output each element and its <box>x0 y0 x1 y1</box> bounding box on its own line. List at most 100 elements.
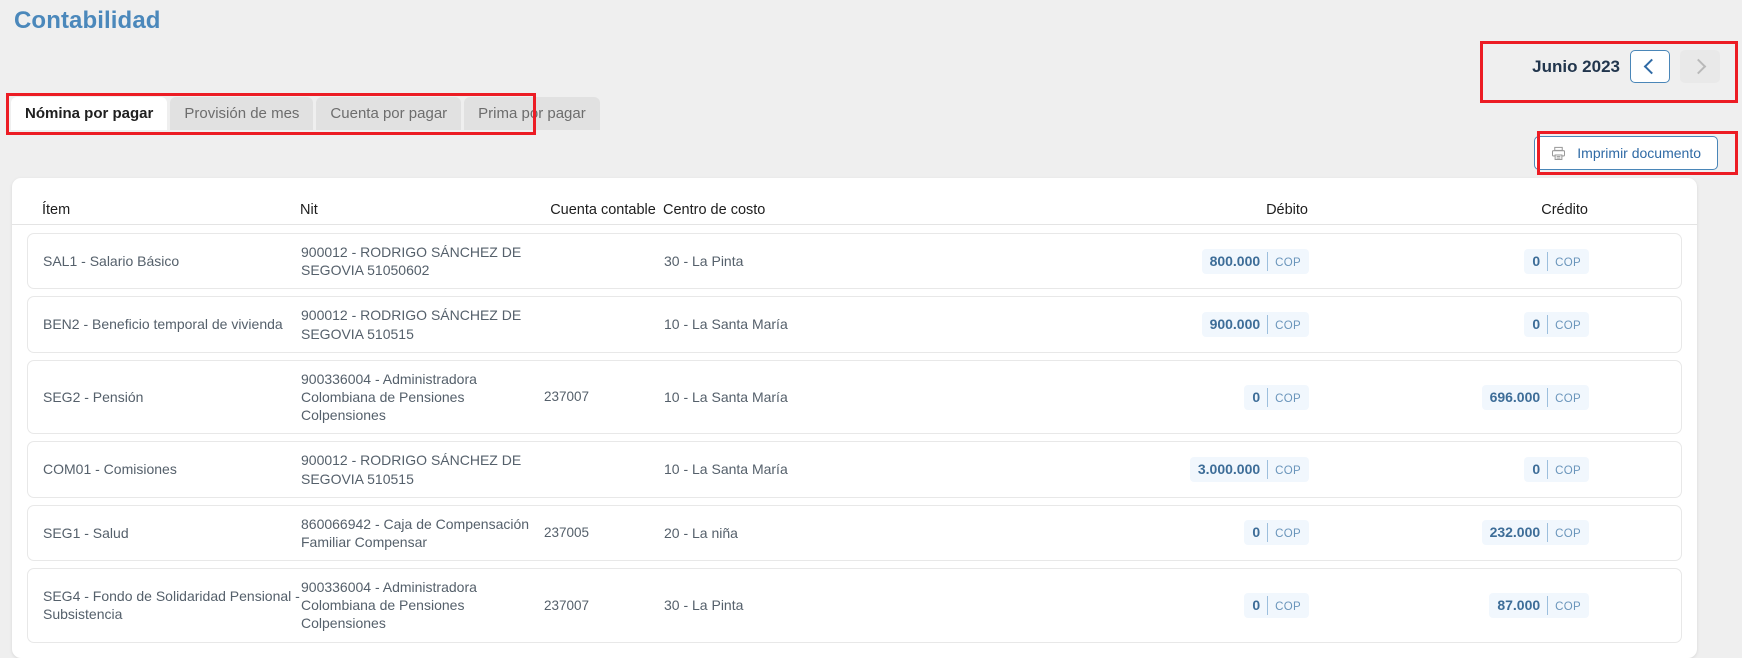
table-header-row: Ítem Nit Cuenta contable Centro de costo… <box>12 178 1697 225</box>
amount-value: 3.000.000 <box>1197 461 1261 478</box>
cell-cost-center: 20 - La niña <box>664 524 738 541</box>
cell-item: COM01 - Comisiones <box>43 461 177 478</box>
tab-label: Prima por pagar <box>478 105 586 122</box>
cell-item: SAL1 - Salario Básico <box>43 253 180 270</box>
amount-value: 87.000 <box>1497 596 1541 613</box>
table-row[interactable]: SAL1 - Salario Básico 900012 - RODRIGO S… <box>27 233 1682 290</box>
amount-currency: COP <box>1555 256 1581 269</box>
month-navigator: Junio 2023 <box>1532 50 1720 83</box>
tab-bar: Nómina por pagar Provisión de mes Cuenta… <box>11 97 600 130</box>
cell-account: 237007 <box>544 597 590 613</box>
column-header-item: Ítem <box>42 202 71 218</box>
cell-credit: 696.000 COP <box>1309 384 1589 410</box>
amount-badge: 0 COP <box>1524 312 1589 338</box>
cell-debit: 0 COP <box>1044 592 1309 618</box>
cell-cost-center: 30 - La Pinta <box>664 253 744 270</box>
table-row[interactable]: SEG2 - Pensión 900336004 - Administrador… <box>27 359 1682 435</box>
cell-cost-center: 10 - La Santa María <box>664 388 788 405</box>
accounting-table-card: Ítem Nit Cuenta contable Centro de costo… <box>12 178 1697 658</box>
printer-icon <box>1552 146 1566 160</box>
cell-account: 237007 <box>544 389 590 405</box>
month-label: Junio 2023 <box>1532 56 1620 76</box>
amount-divider <box>1547 251 1549 271</box>
amount-divider <box>1267 460 1269 479</box>
amount-divider <box>1547 595 1549 615</box>
amount-value: 0 <box>1532 252 1541 269</box>
cell-nit: 900336004 - Administradora Colombiana de… <box>301 579 477 632</box>
amount-value: 0 <box>1252 388 1261 405</box>
cell-nit: 900012 - RODRIGO SÁNCHEZ DE SEGOVIA 5105… <box>301 307 522 342</box>
table-row[interactable]: COM01 - Comisiones 900012 - RODRIGO SÁNC… <box>27 441 1682 498</box>
previous-month-button[interactable] <box>1630 50 1670 83</box>
amount-badge: 0 COP <box>1244 384 1309 410</box>
amount-value: 696.000 <box>1489 388 1541 405</box>
cell-debit: 3.000.000 COP <box>1044 457 1309 482</box>
cell-nit: 900336004 - Administradora Colombiana de… <box>301 370 477 424</box>
cell-account: 237005 <box>544 525 590 541</box>
table-row[interactable]: BEN2 - Beneficio temporal de vivienda 90… <box>27 296 1682 353</box>
amount-value: 0 <box>1252 596 1261 613</box>
cell-item: SEG2 - Pensión <box>43 388 144 405</box>
amount-badge: 232.000 COP <box>1481 520 1589 546</box>
cell-cost-center: 10 - La Santa María <box>664 461 788 478</box>
table-row[interactable]: SEG1 - Salud 860066942 - Caja de Compens… <box>27 504 1682 562</box>
table-body: SAL1 - Salario Básico 900012 - RODRIGO S… <box>12 225 1697 643</box>
tab-label: Provisión de mes <box>184 105 300 122</box>
cell-item: SEG1 - Salud <box>43 524 129 541</box>
amount-badge: 0 COP <box>1244 520 1309 546</box>
amount-divider <box>1267 595 1269 615</box>
print-document-button[interactable]: Imprimir documento <box>1534 136 1718 170</box>
tab-nomina-por-pagar[interactable]: Nómina por pagar <box>11 97 168 130</box>
amount-badge: 800.000 COP <box>1201 248 1309 274</box>
amount-currency: COP <box>1275 320 1301 333</box>
tab-label: Nómina por pagar <box>25 105 154 122</box>
cell-cost-center: 10 - La Santa María <box>664 316 788 333</box>
amount-currency: COP <box>1555 600 1581 613</box>
amount-divider <box>1547 387 1549 407</box>
amount-currency: COP <box>1555 528 1581 541</box>
amount-currency: COP <box>1275 600 1301 613</box>
cell-credit: 232.000 COP <box>1309 520 1589 546</box>
amount-divider <box>1547 315 1549 335</box>
cell-debit: 800.000 COP <box>1044 248 1309 274</box>
amount-badge: 3.000.000 COP <box>1189 457 1309 482</box>
column-header-centro-de-costo: Centro de costo <box>663 202 766 218</box>
amount-badge: 696.000 COP <box>1481 384 1589 410</box>
cell-nit: 900012 - RODRIGO SÁNCHEZ DE SEGOVIA 5105… <box>301 244 522 279</box>
amount-badge: 900.000 COP <box>1201 312 1309 338</box>
page-title: Contabilidad <box>14 7 161 34</box>
cell-debit: 900.000 COP <box>1044 312 1309 338</box>
tab-label: Cuenta por pagar <box>330 105 448 122</box>
column-header-credito: Crédito <box>1541 202 1588 218</box>
print-document-label: Imprimir documento <box>1577 145 1701 161</box>
action-bar: Imprimir documento <box>1534 136 1718 170</box>
amount-value: 0 <box>1532 461 1541 478</box>
cell-credit: 87.000 COP <box>1309 592 1589 618</box>
amount-currency: COP <box>1555 320 1581 333</box>
amount-currency: COP <box>1555 465 1581 478</box>
amount-badge: 0 COP <box>1244 592 1309 618</box>
cell-cost-center: 30 - La Pinta <box>664 597 744 614</box>
chevron-left-icon <box>1643 58 1660 75</box>
next-month-button[interactable] <box>1680 50 1720 83</box>
amount-divider <box>1547 460 1549 479</box>
amount-divider <box>1267 523 1269 543</box>
cell-item: BEN2 - Beneficio temporal de vivienda <box>43 316 283 333</box>
tab-prima-por-pagar[interactable]: Prima por pagar <box>464 97 600 130</box>
tab-provision-de-mes[interactable]: Provisión de mes <box>170 97 314 130</box>
amount-value: 800.000 <box>1209 252 1261 269</box>
amount-badge: 87.000 COP <box>1489 592 1589 618</box>
amount-divider <box>1267 387 1269 407</box>
amount-value: 900.000 <box>1209 316 1261 333</box>
amount-currency: COP <box>1275 392 1301 405</box>
tab-cuenta-por-pagar[interactable]: Cuenta por pagar <box>316 97 462 130</box>
amount-currency: COP <box>1555 392 1581 405</box>
table-row[interactable]: SEG4 - Fondo de Solidaridad Pensional - … <box>27 568 1682 643</box>
cell-nit: 900012 - RODRIGO SÁNCHEZ DE SEGOVIA 5105… <box>301 452 522 487</box>
cell-credit: 0 COP <box>1309 248 1589 274</box>
amount-currency: COP <box>1275 256 1301 269</box>
cell-debit: 0 COP <box>1044 384 1309 410</box>
cell-item: SEG4 - Fondo de Solidaridad Pensional - … <box>43 588 300 623</box>
amount-divider <box>1267 315 1269 335</box>
amount-currency: COP <box>1275 528 1301 541</box>
